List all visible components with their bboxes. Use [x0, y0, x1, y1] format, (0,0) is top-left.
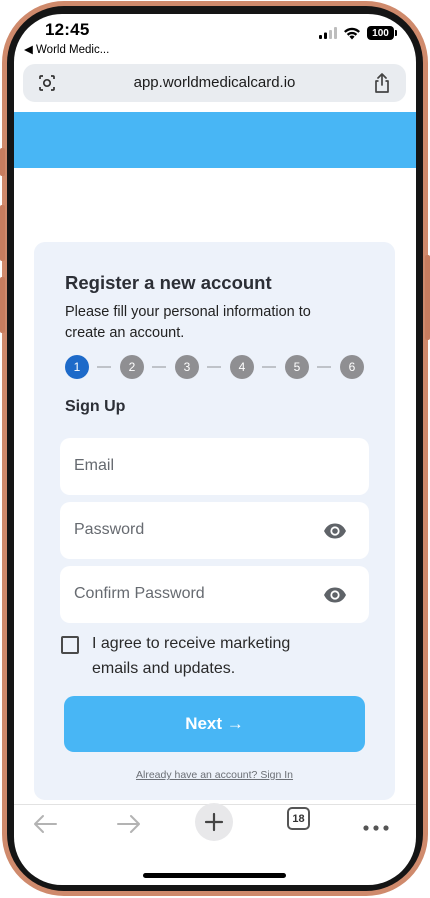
status-time: 12:45 [45, 20, 90, 39]
step-connector [97, 366, 111, 368]
step-connector [262, 366, 276, 368]
next-button[interactable]: Next → [64, 696, 365, 752]
plus-icon [204, 812, 224, 832]
back-to-app-link[interactable]: ◀ World Medic... [24, 42, 109, 56]
step-6: 6 [340, 355, 364, 379]
confirm-password-placeholder: Confirm Password [74, 585, 205, 602]
eye-icon[interactable] [323, 586, 347, 609]
share-icon[interactable] [372, 72, 392, 99]
more-icon[interactable] [363, 818, 389, 836]
step-indicator: 1 2 3 4 5 6 [65, 355, 365, 379]
wifi-icon [344, 27, 360, 39]
mute-switch [0, 148, 5, 176]
power-button [425, 255, 430, 340]
marketing-checkbox[interactable] [61, 636, 79, 654]
volume-up-button [0, 205, 5, 261]
step-3: 3 [175, 355, 199, 379]
marketing-consent-label[interactable]: I agree to receive marketing emails and … [92, 631, 332, 681]
step-connector [207, 366, 221, 368]
volume-down-button [0, 277, 5, 333]
signal-icon [319, 27, 337, 39]
step-1: 1 [65, 355, 89, 379]
forward-arrow-icon[interactable] [116, 814, 142, 839]
step-5: 5 [285, 355, 309, 379]
battery-icon: 100 [367, 26, 397, 40]
section-label: Sign Up [65, 398, 126, 415]
address-bar[interactable]: app.worldmedicalcard.io [23, 64, 406, 102]
page-title: Register a new account [65, 272, 272, 293]
eye-icon[interactable] [323, 522, 347, 545]
home-indicator [143, 873, 286, 878]
tabs-icon[interactable]: 18 [287, 807, 310, 830]
step-connector [317, 366, 331, 368]
url-text[interactable]: app.worldmedicalcard.io [23, 74, 406, 91]
email-field[interactable]: Email [60, 438, 369, 495]
page-subtitle: Please fill your personal information to… [65, 304, 311, 341]
browser-toolbar: 18 [14, 803, 416, 855]
new-tab-button[interactable] [195, 803, 233, 841]
step-2: 2 [120, 355, 144, 379]
sign-in-link[interactable]: Already have an account? Sign In [34, 769, 395, 781]
back-arrow-icon[interactable] [32, 814, 58, 839]
status-icons: 100 [319, 26, 397, 40]
step-connector [152, 366, 166, 368]
header-banner [14, 112, 416, 168]
confirm-password-field[interactable]: Confirm Password [60, 566, 369, 623]
password-placeholder: Password [74, 521, 145, 538]
email-placeholder: Email [74, 457, 115, 474]
registration-card: Register a new account Please fill your … [34, 242, 395, 800]
step-4: 4 [230, 355, 254, 379]
password-field[interactable]: Password [60, 502, 369, 559]
phone-screen: 12:45 ◀ World Medic... 100 app.worldmedi… [14, 14, 416, 885]
